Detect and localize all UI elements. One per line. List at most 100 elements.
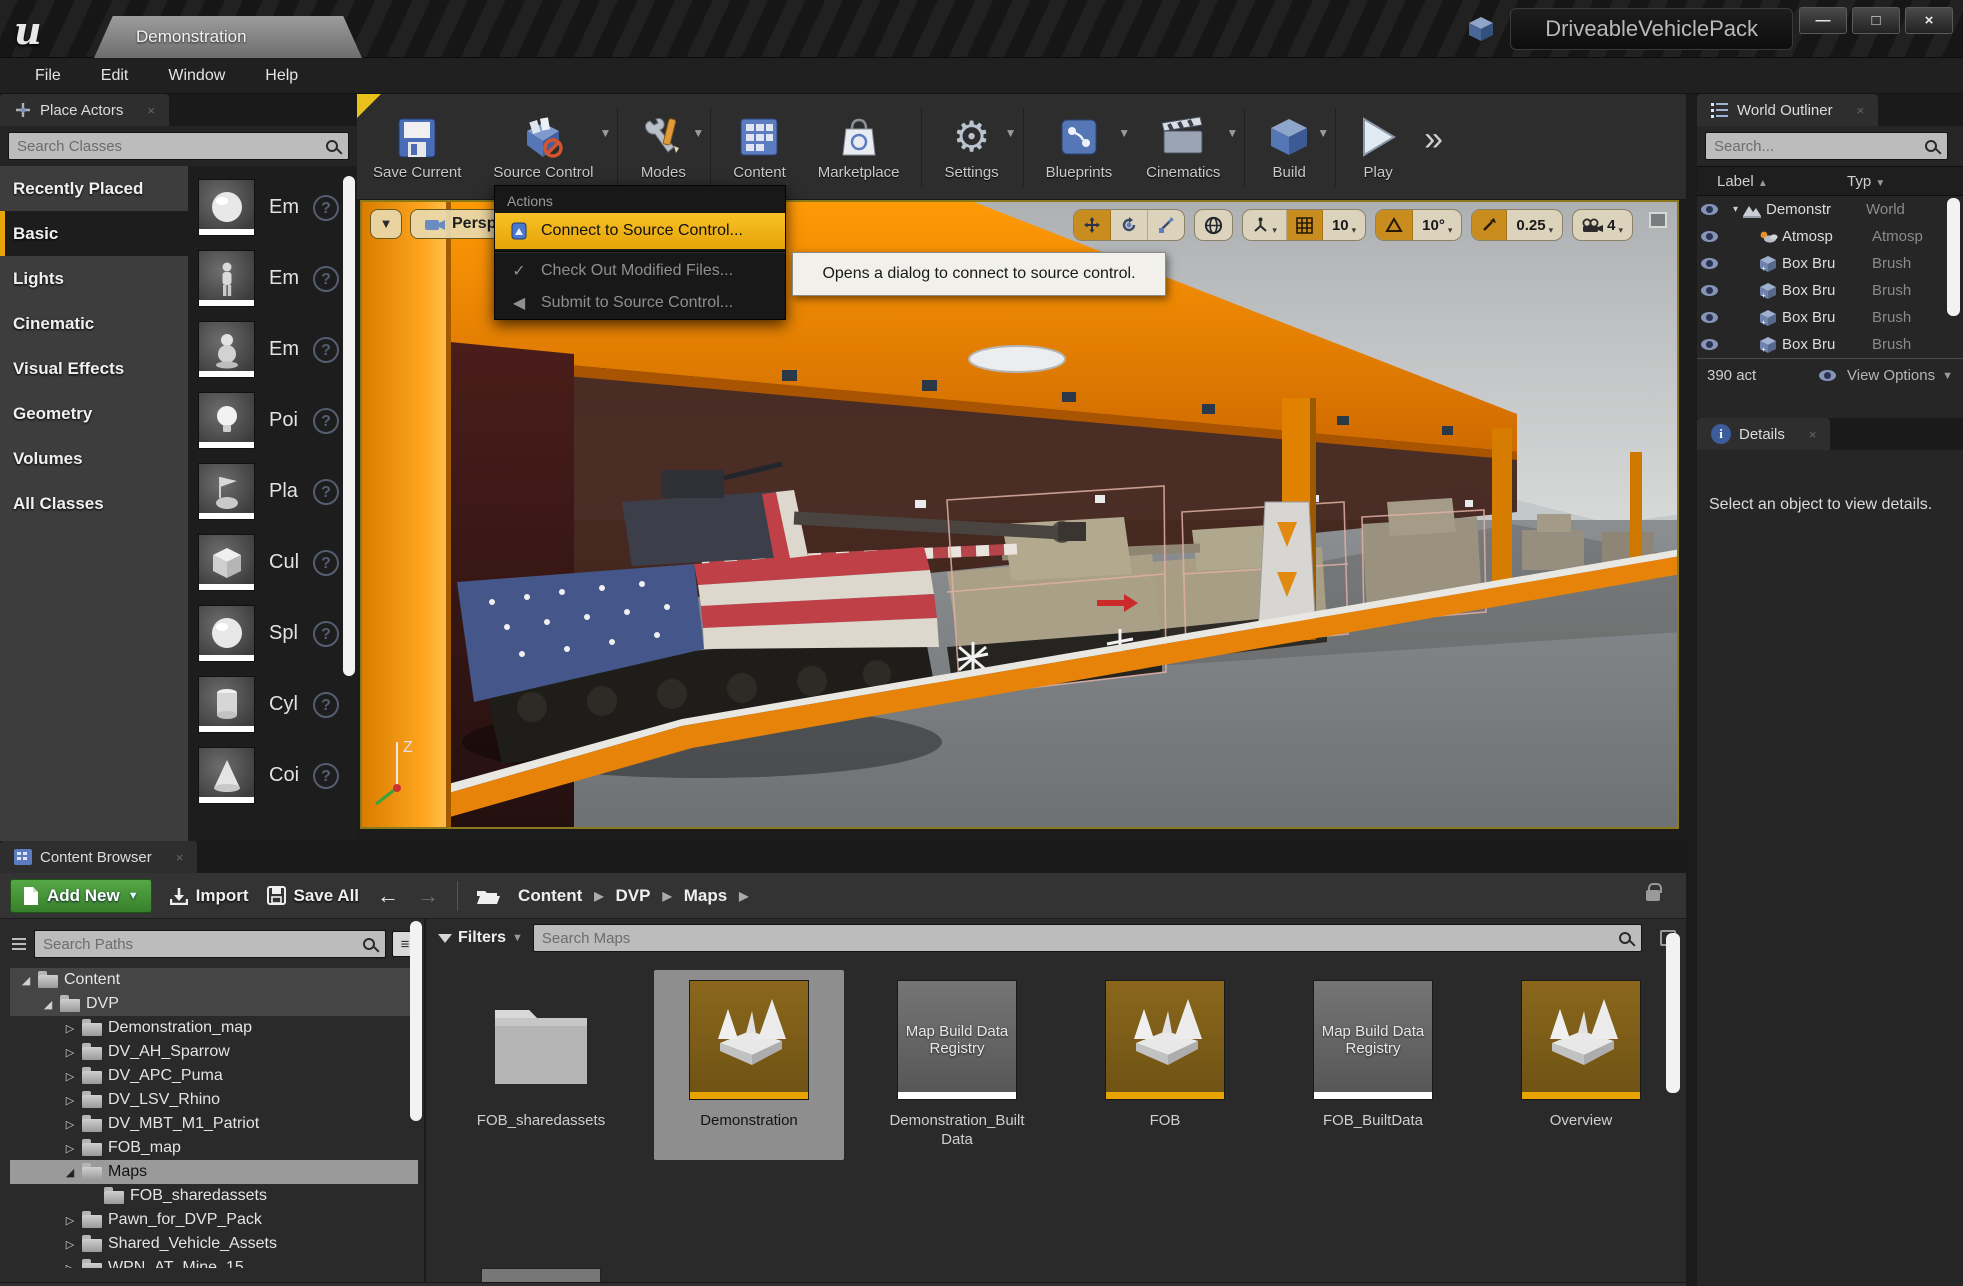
rotation-snap-value[interactable]: 10°▾ <box>1413 210 1461 240</box>
outliner-row[interactable]: ▾DemonstrWorld <box>1697 196 1963 223</box>
modes-button[interactable]: Modes <box>624 113 702 181</box>
chevron-down-icon[interactable]: ▼ <box>1226 126 1238 140</box>
close-icon[interactable]: × <box>147 103 155 118</box>
asset-tile-demonstration-built-data[interactable]: Map Build Data RegistryDemonstration_Bui… <box>862 970 1052 1160</box>
menu-file[interactable]: File <box>35 67 61 85</box>
search-assets-input[interactable] <box>534 926 1615 950</box>
help-icon[interactable]: ? <box>313 195 339 221</box>
menu-window[interactable]: Window <box>168 67 225 85</box>
tree-folder-wpn_at_mine_15[interactable]: ▷WPN_AT_Mine_15 <box>10 1256 418 1268</box>
place-actor-item[interactable]: Cyl? <box>198 669 339 740</box>
scale-tool-button[interactable] <box>1148 210 1184 240</box>
build-button[interactable]: Build <box>1251 113 1327 181</box>
help-icon[interactable]: ? <box>313 266 339 292</box>
marketplace-button[interactable]: Marketplace <box>802 113 916 181</box>
menu-help[interactable]: Help <box>265 67 298 85</box>
asset-tile-fob[interactable]: FOB <box>1070 970 1260 1160</box>
place-actor-item[interactable]: Em? <box>198 243 339 314</box>
expander-icon[interactable]: ▷ <box>64 1262 76 1269</box>
outliner-view-options[interactable]: View Options ▼ <box>1819 367 1953 384</box>
grid-snap-toggle[interactable] <box>1287 210 1323 240</box>
scrollbar[interactable] <box>1666 933 1680 1093</box>
chevron-down-icon[interactable]: ▼ <box>692 126 704 140</box>
breadcrumb-maps[interactable]: Maps <box>684 886 727 906</box>
breadcrumb-content[interactable]: Content <box>518 886 582 906</box>
category-visual-effects[interactable]: Visual Effects <box>0 346 188 391</box>
filters-button[interactable]: Filters ▼ <box>438 929 523 947</box>
search-paths-input[interactable] <box>35 932 359 956</box>
expander-icon[interactable]: ▷ <box>64 1142 76 1155</box>
outliner-row[interactable]: AtmospAtmosp <box>1697 223 1963 250</box>
scale-snap-value[interactable]: 0.25▾ <box>1507 210 1562 240</box>
viewport-options-dropdown[interactable]: ▼ <box>370 209 402 239</box>
expander-icon[interactable]: ◢ <box>20 974 32 987</box>
tree-folder-pawn_for_dvp_pack[interactable]: ▷Pawn_for_DVP_Pack <box>10 1208 418 1232</box>
help-icon[interactable]: ? <box>313 550 339 576</box>
expander-icon[interactable]: ▾ <box>1726 204 1738 215</box>
maximize-button[interactable]: □ <box>1852 7 1900 34</box>
visibility-eye-icon[interactable] <box>1701 312 1718 323</box>
outliner-row[interactable]: +Box BruBrush <box>1697 304 1963 331</box>
scrollbar[interactable] <box>343 176 355 676</box>
breadcrumb-dvp[interactable]: DVP <box>616 886 651 906</box>
tree-folder-dvp[interactable]: ◢DVP <box>10 992 418 1016</box>
tree-folder-dv_mbt_m1_patriot[interactable]: ▷DV_MBT_M1_Patriot <box>10 1112 418 1136</box>
place-actor-item[interactable]: Em? <box>198 172 339 243</box>
menu-item-connect-source-control[interactable]: Connect to Source Control... <box>495 213 785 249</box>
scale-snap-toggle[interactable] <box>1472 210 1507 240</box>
tab-place-actors[interactable]: Place Actors × <box>0 94 169 126</box>
help-icon[interactable]: ? <box>313 621 339 647</box>
source-control-button[interactable]: Source Control <box>477 113 609 181</box>
category-recently-placed[interactable]: Recently Placed <box>0 166 188 211</box>
expander-icon[interactable]: ▷ <box>64 1238 76 1251</box>
grid-snap-value[interactable]: 10▾ <box>1323 210 1365 240</box>
tree-folder-fob_map[interactable]: ▷FOB_map <box>10 1136 418 1160</box>
asset-tile-overview[interactable]: Overview <box>1486 970 1676 1160</box>
tab-world-outliner[interactable]: World Outliner × <box>1697 94 1878 126</box>
place-actor-item[interactable]: Em? <box>198 314 339 385</box>
outliner-row[interactable]: +Box BruBrush <box>1697 250 1963 277</box>
move-tool-button[interactable] <box>1074 210 1111 240</box>
help-icon[interactable]: ? <box>313 337 339 363</box>
visibility-eye-icon[interactable] <box>1701 204 1718 215</box>
settings-button[interactable]: ⚙ Settings <box>928 113 1014 181</box>
expander-icon[interactable]: ▷ <box>64 1118 76 1131</box>
lock-icon[interactable] <box>1646 890 1660 901</box>
expander-icon[interactable]: ▷ <box>64 1046 76 1059</box>
outliner-search-input[interactable] <box>1706 134 1921 158</box>
back-arrow-icon[interactable]: ← <box>377 883 399 909</box>
tree-folder-dv_apc_puma[interactable]: ▷DV_APC_Puma <box>10 1064 418 1088</box>
outliner-row[interactable]: +Box BruBrush <box>1697 277 1963 304</box>
expander-icon[interactable]: ▷ <box>64 1022 76 1035</box>
asset-tile-fob-sharedassets[interactable]: FOB_sharedassets <box>446 970 636 1160</box>
visibility-eye-icon[interactable] <box>1701 258 1718 269</box>
category-lights[interactable]: Lights <box>0 256 188 301</box>
rotate-tool-button[interactable] <box>1111 210 1148 240</box>
tree-folder-shared_vehicle_assets[interactable]: ▷Shared_Vehicle_Assets <box>10 1232 418 1256</box>
chevron-down-icon[interactable]: ▼ <box>1118 126 1130 140</box>
chevron-down-icon[interactable]: ▼ <box>599 126 611 140</box>
visibility-eye-icon[interactable] <box>1701 231 1718 242</box>
place-actor-item[interactable]: Pla? <box>198 456 339 527</box>
toolbar-overflow-chevron[interactable]: » <box>1424 120 1443 159</box>
category-all-classes[interactable]: All Classes <box>0 481 188 526</box>
place-actor-item[interactable]: Poi? <box>198 385 339 456</box>
asset-tile-fob-builtdata[interactable]: Map Build Data RegistryFOB_BuiltData <box>1278 970 1468 1160</box>
save-current-button[interactable]: Save Current <box>357 113 477 181</box>
cinematics-button[interactable]: Cinematics <box>1130 113 1236 181</box>
visibility-eye-icon[interactable] <box>1701 285 1718 296</box>
surface-snap-button[interactable]: ▾ <box>1243 210 1287 240</box>
close-icon[interactable]: × <box>1857 103 1865 118</box>
tree-folder-content[interactable]: ◢Content <box>10 968 418 992</box>
category-geometry[interactable]: Geometry <box>0 391 188 436</box>
close-icon[interactable]: × <box>1809 427 1817 442</box>
visibility-eye-icon[interactable] <box>1701 339 1718 350</box>
save-all-button[interactable]: Save All <box>267 886 360 906</box>
close-button[interactable]: × <box>1905 7 1953 34</box>
tree-folder-fob_sharedassets[interactable]: FOB_sharedassets <box>10 1184 418 1208</box>
menu-item-check-out-files[interactable]: ✓ Check Out Modified Files... <box>495 255 785 287</box>
expander-icon[interactable]: ▷ <box>64 1214 76 1227</box>
asset-tile-demonstration[interactable]: Demonstration <box>654 970 844 1160</box>
expander-icon[interactable]: ◢ <box>42 998 54 1011</box>
help-icon[interactable]: ? <box>313 692 339 718</box>
